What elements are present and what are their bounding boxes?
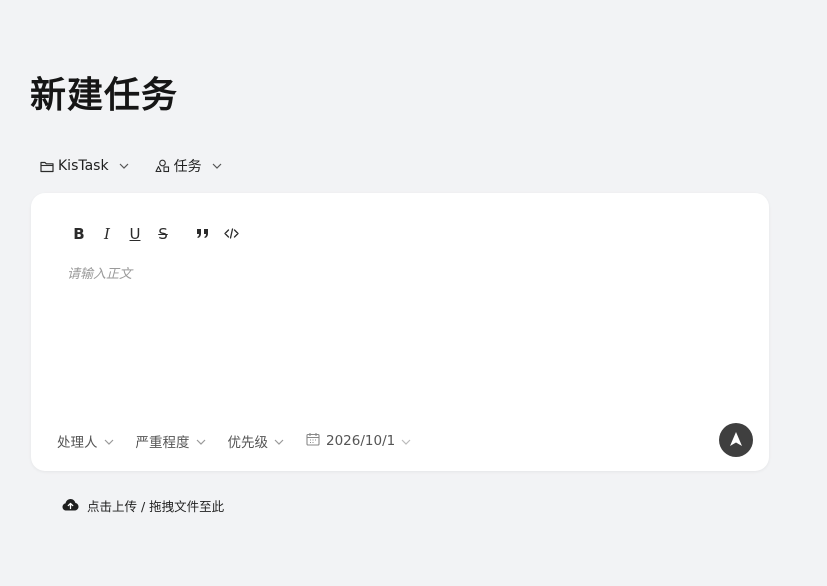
page-title: 新建任务 bbox=[30, 75, 179, 116]
italic-button[interactable]: I bbox=[93, 223, 121, 245]
chevron-down-icon bbox=[212, 163, 222, 169]
priority-label: 优先级 bbox=[227, 435, 269, 451]
project-selector-label: KisTask bbox=[58, 158, 109, 174]
chevron-down-icon bbox=[119, 163, 129, 169]
editor-card: B I U S 处理人 严重程度 bbox=[31, 193, 769, 471]
chevron-down-icon bbox=[274, 433, 284, 449]
code-button[interactable] bbox=[217, 223, 245, 245]
priority-selector[interactable]: 优先级 bbox=[228, 431, 285, 451]
due-date-picker[interactable]: 2026/10/1 bbox=[306, 432, 411, 450]
severity-label: 严重程度 bbox=[135, 435, 190, 451]
type-selector[interactable]: 任务 bbox=[155, 156, 222, 176]
underline-button[interactable]: U bbox=[121, 223, 149, 245]
assignee-selector[interactable]: 处理人 bbox=[57, 431, 114, 451]
body-input[interactable] bbox=[67, 263, 727, 393]
strikethrough-button[interactable]: S bbox=[149, 223, 177, 245]
selector-row: KisTask 任务 bbox=[40, 156, 222, 176]
quote-button[interactable] bbox=[189, 223, 217, 245]
formatting-toolbar: B I U S bbox=[65, 223, 245, 245]
cloud-upload-icon bbox=[62, 498, 79, 514]
severity-selector[interactable]: 严重程度 bbox=[136, 431, 206, 451]
chevron-down-icon bbox=[104, 433, 114, 449]
file-upload-area[interactable]: 点击上传 / 拖拽文件至此 bbox=[62, 496, 224, 515]
code-icon bbox=[223, 225, 239, 243]
chevron-down-icon bbox=[401, 433, 411, 449]
assignee-label: 处理人 bbox=[57, 435, 98, 451]
upload-label: 点击上传 / 拖拽文件至此 bbox=[87, 499, 225, 514]
folder-icon bbox=[40, 160, 54, 173]
calendar-icon bbox=[306, 432, 320, 450]
shapes-icon bbox=[155, 159, 170, 173]
type-selector-label: 任务 bbox=[173, 159, 202, 175]
chevron-down-icon bbox=[196, 433, 206, 449]
submit-button[interactable] bbox=[719, 423, 753, 457]
project-selector[interactable]: KisTask bbox=[40, 158, 129, 174]
quote-icon bbox=[196, 225, 210, 243]
bold-button[interactable]: B bbox=[65, 223, 93, 245]
due-date-value: 2026/10/1 bbox=[326, 433, 396, 449]
task-meta-row: 处理人 严重程度 优先级 2026/10/1 bbox=[57, 431, 411, 451]
send-arrow-icon bbox=[729, 431, 743, 450]
